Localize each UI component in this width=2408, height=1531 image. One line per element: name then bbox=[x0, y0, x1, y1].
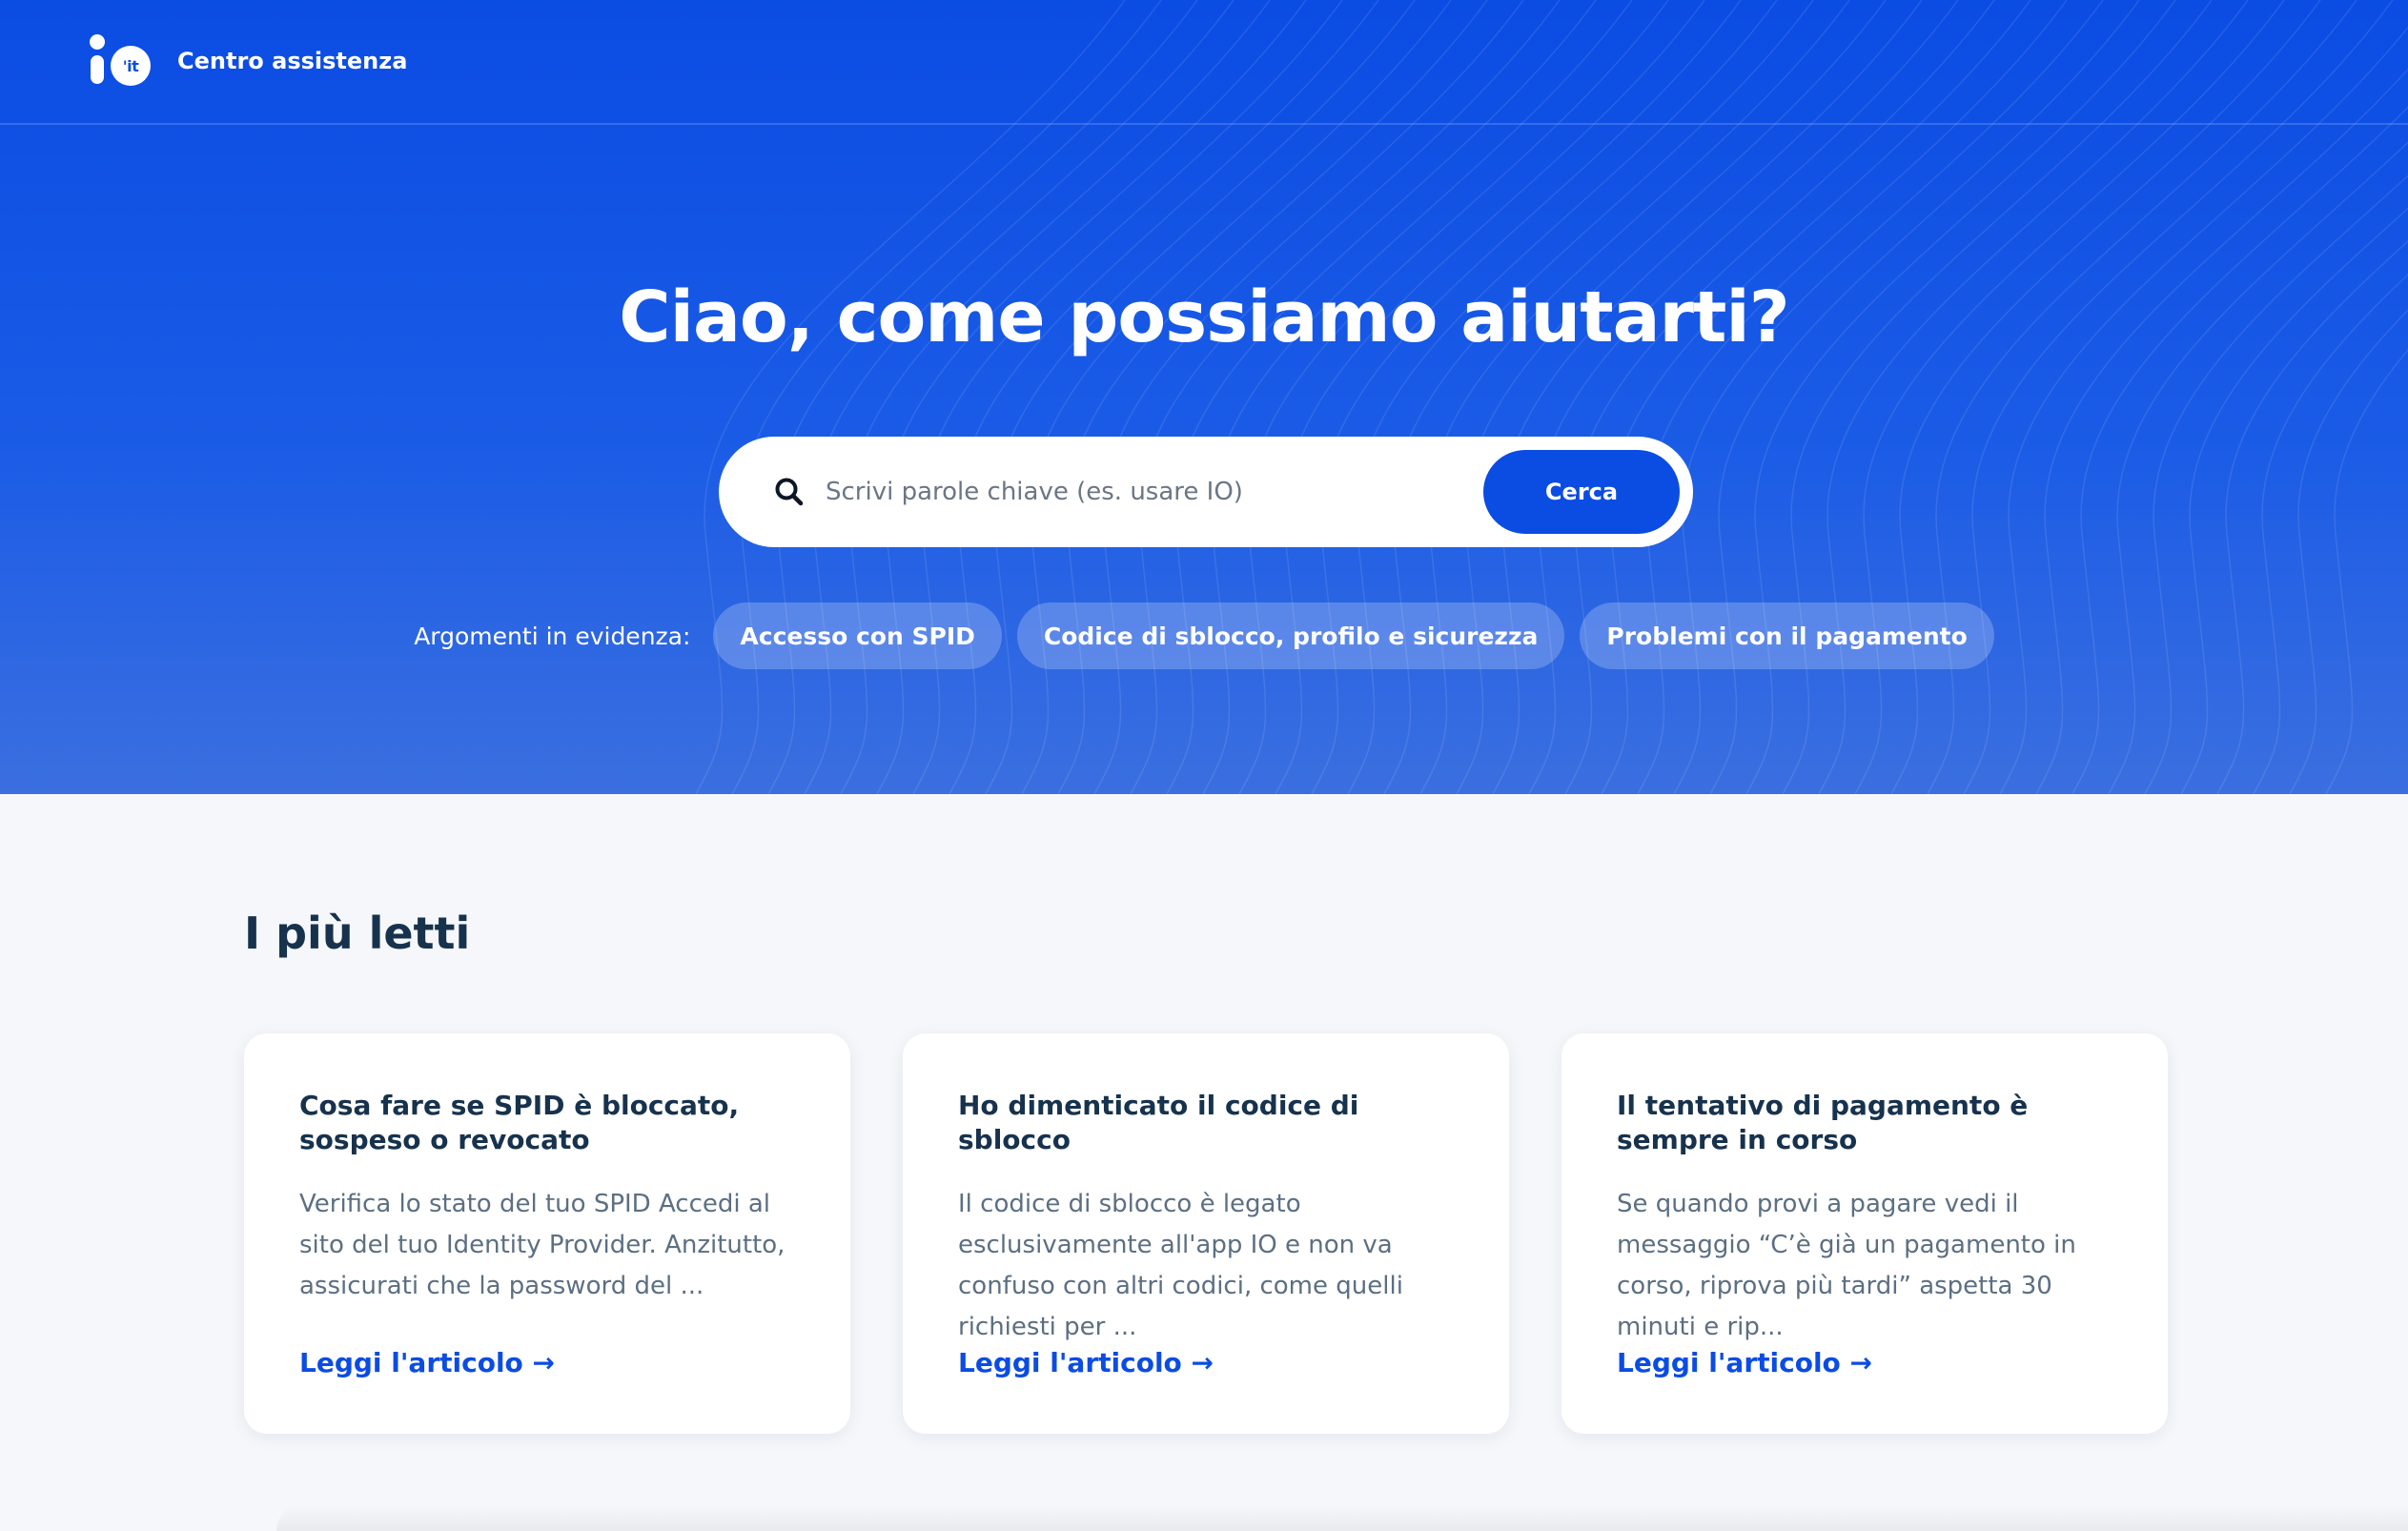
hero-section: 'it Centro assistenza Ciao, come possiam… bbox=[0, 0, 2408, 794]
featured-label: Argomenti in evidenza: bbox=[414, 622, 691, 650]
article-title[interactable]: Ho dimenticato il codice di sblocco bbox=[958, 1089, 1456, 1157]
article-title[interactable]: Il tentativo di pagamento è sempre in co… bbox=[1617, 1089, 2114, 1157]
article-card[interactable]: Il tentativo di pagamento è sempre in co… bbox=[1561, 1033, 2168, 1434]
article-card[interactable]: Cosa fare se SPID è bloccato, sospeso o … bbox=[244, 1033, 850, 1434]
read-article-link[interactable]: Leggi l'articolo → bbox=[1617, 1347, 1872, 1378]
top-bar: 'it Centro assistenza bbox=[0, 0, 2408, 125]
search-bar: Cerca bbox=[719, 437, 1693, 547]
logo-stem bbox=[91, 55, 104, 84]
logo-badge: 'it bbox=[111, 46, 151, 86]
io-logo[interactable]: 'it bbox=[88, 34, 153, 88]
article-title[interactable]: Cosa fare se SPID è bloccato, sospeso o … bbox=[299, 1089, 797, 1157]
page-title: Ciao, come possiamo aiutarti? bbox=[619, 276, 1789, 358]
search-button[interactable]: Cerca bbox=[1483, 450, 1680, 534]
article-excerpt: Verifica lo stato del tuo SPID Accedi al… bbox=[299, 1190, 786, 1300]
featured-topics: Argomenti in evidenza: Accesso con SPID … bbox=[0, 602, 2408, 669]
article-cards: Cosa fare se SPID è bloccato, sospeso o … bbox=[244, 1033, 2168, 1434]
topic-chip-unlock-code[interactable]: Codice di sblocco, profilo e sicurezza bbox=[1016, 602, 1565, 669]
topic-chip-spid[interactable]: Accesso con SPID bbox=[713, 602, 1002, 669]
read-article-link[interactable]: Leggi l'articolo → bbox=[958, 1347, 1214, 1378]
article-card[interactable]: Ho dimenticato il codice di sblocco Il c… bbox=[903, 1033, 1509, 1434]
search-input[interactable] bbox=[826, 463, 1417, 521]
section-title: I più letti bbox=[244, 908, 471, 959]
search-icon bbox=[775, 478, 804, 506]
topic-chip-payment[interactable]: Problemi con il pagamento bbox=[1580, 602, 1994, 669]
article-excerpt: Il codice di sblocco è legato esclusivam… bbox=[958, 1190, 1403, 1341]
next-section-edge bbox=[276, 1504, 2408, 1531]
logo-dot bbox=[90, 34, 105, 50]
article-excerpt: Se quando provi a pagare vedi il messagg… bbox=[1617, 1190, 2076, 1341]
brand-label[interactable]: Centro assistenza bbox=[177, 48, 407, 74]
read-article-link[interactable]: Leggi l'articolo → bbox=[299, 1347, 555, 1378]
